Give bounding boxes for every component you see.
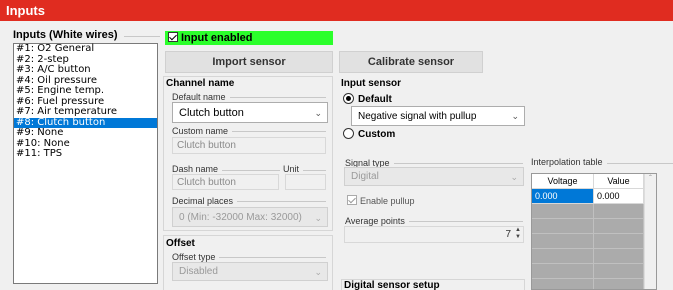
radio-selected-icon <box>343 93 354 104</box>
input-sensor-header: Input sensor <box>341 78 402 89</box>
signal-type-rule <box>387 163 523 164</box>
average-points-rule <box>401 221 523 222</box>
inputs-group-rule <box>124 36 160 37</box>
default-name-label: Default name <box>172 92 230 102</box>
average-points-input[interactable]: 7 <box>344 226 524 243</box>
empty-cell <box>532 279 594 289</box>
column-header-voltage[interactable]: Voltage <box>532 174 594 189</box>
list-item[interactable]: #5: Engine temp. <box>14 85 157 97</box>
unit-rule <box>300 170 326 171</box>
decimal-places-label: Decimal places <box>172 196 238 206</box>
offset-type-label: Offset type <box>172 252 220 262</box>
default-sensor-value: Negative signal with pullup <box>358 111 477 122</box>
spinner-arrows-icon[interactable]: ▲ ▼ <box>513 227 523 242</box>
chevron-up-icon[interactable]: ˆ <box>645 174 656 184</box>
chevron-down-icon: ⌄ <box>510 172 518 182</box>
table-cell[interactable]: 0.000 <box>532 189 594 204</box>
unit-label: Unit <box>283 164 304 174</box>
empty-cell <box>532 264 594 279</box>
table-scrollbar[interactable]: ˆ <box>644 174 656 289</box>
custom-radio[interactable]: Custom <box>343 128 395 140</box>
list-item[interactable]: #7: Air temperature <box>14 106 157 118</box>
empty-cell <box>594 219 644 234</box>
empty-cell <box>532 234 594 249</box>
import-sensor-button[interactable]: Import sensor <box>165 51 333 73</box>
default-name-value: Clutch button <box>179 107 244 119</box>
enable-pullup-label: Enable pullup <box>360 196 415 206</box>
empty-cell <box>594 264 644 279</box>
empty-cell <box>594 234 644 249</box>
custom-name-input[interactable]: Clutch button <box>172 137 326 154</box>
enable-pullup-checkbox[interactable]: Enable pullup <box>347 195 415 206</box>
default-name-select[interactable]: Clutch button ⌄ <box>172 102 328 123</box>
average-points-label: Average points <box>345 216 409 226</box>
dash-name-input[interactable]: Clutch button <box>172 174 279 190</box>
checkbox-icon <box>168 32 178 42</box>
empty-cell <box>532 219 594 234</box>
interpolation-label: Interpolation table <box>531 157 607 167</box>
offset-type-select[interactable]: Disabled ⌄ <box>172 262 328 281</box>
unit-input[interactable] <box>285 174 326 190</box>
inputs-list[interactable]: #1: O2 General #2: 2-step #3: A/C button… <box>13 43 158 284</box>
decimal-places-value: 0 (Min: -32000 Max: 32000) <box>179 212 302 223</box>
list-item[interactable]: #9: None <box>14 127 157 139</box>
empty-cell <box>532 204 594 219</box>
channel-name-header: Channel name <box>166 78 235 89</box>
table-cell[interactable]: 0.000 <box>594 189 644 204</box>
signal-type-value: Digital <box>351 171 379 182</box>
custom-name-label: Custom name <box>172 126 233 136</box>
offset-type-rule <box>215 257 326 258</box>
decimal-places-rule <box>227 201 326 202</box>
list-item[interactable]: #11: TPS <box>14 148 157 160</box>
interpolation-rule <box>603 163 673 164</box>
empty-cell <box>594 279 644 289</box>
default-radio[interactable]: Default <box>343 93 392 105</box>
checkbox-icon <box>347 195 357 205</box>
offset-header: Offset <box>166 238 195 249</box>
default-sensor-select[interactable]: Negative signal with pullup ⌄ <box>351 106 525 126</box>
chevron-down-icon: ⌄ <box>511 111 519 121</box>
signal-type-select[interactable]: Digital ⌄ <box>344 167 524 186</box>
chevron-down-icon: ⌄ <box>314 267 322 277</box>
radio-unselected-icon <box>343 128 354 139</box>
dash-name-label: Dash name <box>172 164 223 174</box>
offset-type-value: Disabled <box>179 266 218 277</box>
digital-sensor-header: Digital sensor setup <box>344 280 440 290</box>
decimal-places-select[interactable]: 0 (Min: -32000 Max: 32000) ⌄ <box>172 207 328 227</box>
list-item[interactable]: #3: A/C button <box>14 64 157 76</box>
empty-cell <box>594 249 644 264</box>
chevron-down-icon: ⌄ <box>314 108 322 118</box>
interpolation-table[interactable]: Voltage Value 0.000 0.000 ˆ <box>531 173 657 290</box>
empty-cell <box>594 204 644 219</box>
input-enabled-label: Input enabled <box>181 32 253 44</box>
column-header-value[interactable]: Value <box>594 174 644 189</box>
input-enabled-checkbox[interactable]: Input enabled <box>165 31 333 45</box>
default-radio-label: Default <box>358 94 392 105</box>
window-title: Inputs <box>0 0 673 21</box>
chevron-down-icon: ⌄ <box>314 213 322 223</box>
list-item[interactable]: #1: O2 General <box>14 43 157 55</box>
empty-cell <box>532 249 594 264</box>
inputs-group-label: Inputs (White wires) <box>13 29 122 41</box>
calibrate-sensor-button[interactable]: Calibrate sensor <box>339 51 483 73</box>
custom-radio-label: Custom <box>358 129 396 140</box>
